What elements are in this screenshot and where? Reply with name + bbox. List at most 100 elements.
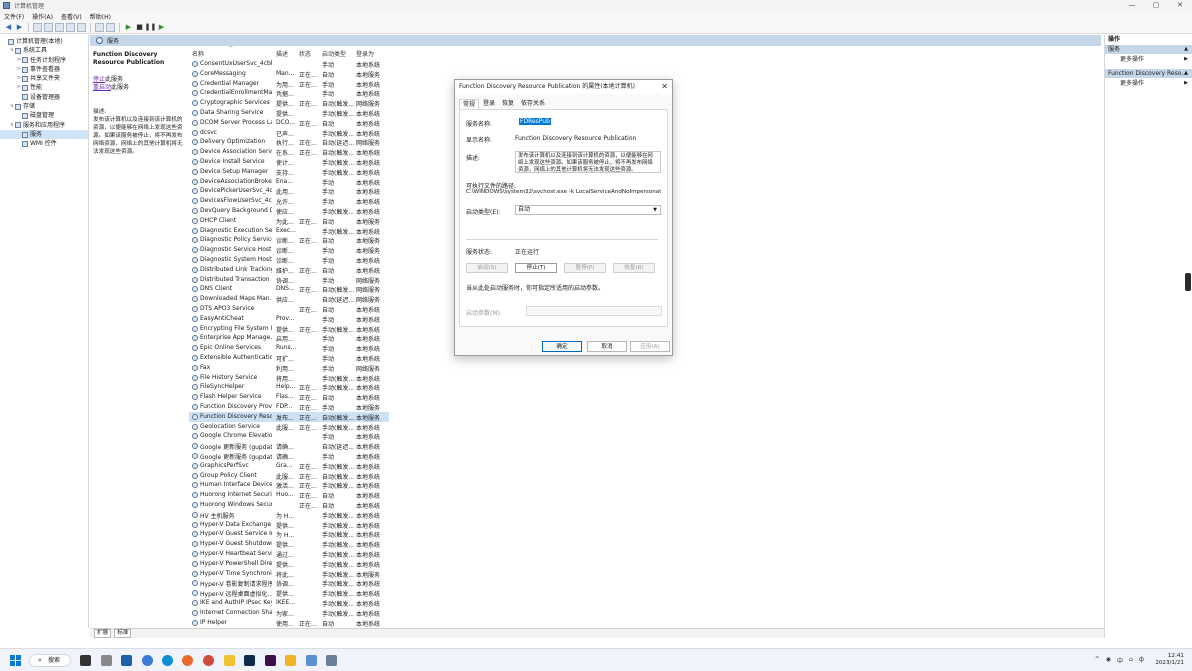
table-row[interactable]: DevQuery Background D... 使应... 手动(触发...本地系… [189, 206, 389, 216]
input-method-icon[interactable]: 中 [1117, 656, 1123, 665]
menu-view[interactable]: 查看(V) [61, 12, 82, 21]
table-row[interactable]: Huorong Internet Securit... Huo... 正在... 自动… [189, 490, 389, 500]
more-actions-item[interactable]: 更多操作 ▶ [1105, 54, 1192, 65]
tab-dependencies[interactable]: 依存关系 [518, 99, 548, 109]
table-row[interactable]: Distributed Link Tracking... 维护... 正在... 自动… [189, 265, 389, 275]
network-icon[interactable]: ⌂ [1129, 656, 1133, 665]
cancel-button[interactable]: 取消 [587, 341, 627, 352]
table-row[interactable]: Fax 利用... 手动 网络服务 [189, 363, 389, 373]
tree-item[interactable]: v 系统工具 [0, 46, 88, 55]
tray-app-icon[interactable]: ◉ [1106, 656, 1111, 665]
table-row[interactable]: Huorong Windows Secur... 正在... 自动 本地系统 [189, 500, 389, 510]
table-row[interactable]: Function Discovery Provi... FDP... 正在... 手动… [189, 402, 389, 412]
table-row[interactable]: HV 主机服务 为 H... 手动(触发... 本地系统 [189, 510, 389, 520]
taskbar-search[interactable]: ⌕ 搜索 [29, 654, 71, 667]
table-row[interactable]: Hyper-V 卷影复制请求程序 协调... 手动(触发... 本地系统 [189, 578, 389, 588]
tab-recovery[interactable]: 恢复 [499, 99, 517, 109]
table-row[interactable]: EasyAntiCheat Prov... 手动 本地系统 [189, 314, 389, 324]
table-row[interactable]: Cryptographic Services 提供... 正在... 自动(触发...… [189, 98, 389, 108]
actions-section-selected-service[interactable]: Function Discovery Reso... ▲ [1105, 69, 1192, 78]
stop-button[interactable]: 停止(T) [515, 263, 557, 273]
start-windows-icon[interactable] [10, 655, 21, 666]
computer-management-taskbar-icon[interactable] [326, 655, 337, 666]
edge-icon[interactable] [162, 655, 173, 666]
stop-service-icon[interactable]: ■ [135, 23, 144, 32]
apply-button[interactable]: 应用(A) [630, 341, 670, 352]
tab-standard[interactable]: 标准 [114, 629, 132, 638]
description-field[interactable]: 发布该计算机以及连接到该计算机的资源，以便能够在网络上发现这些资源。如果该服务被… [515, 151, 661, 173]
table-row[interactable]: GraphicsPerfSvc Gra... 正在... 手动(触发... 本地系统 [189, 461, 389, 471]
service-name-value[interactable]: FDResPub [519, 118, 551, 125]
tree-item[interactable]: > 事件查看器 [0, 65, 88, 74]
widgets-icon[interactable] [101, 655, 112, 666]
table-row[interactable]: DNS Client DNS... 正在... 自动(触发... 网络服务 [189, 284, 389, 294]
tree-item[interactable]: v 服务和应用程序 [0, 121, 88, 130]
table-row[interactable]: Google 更新服务 (gupdate) 请确... 自动(延迟... 本地系统 [189, 441, 389, 451]
tree-item[interactable]: 计算机管理(本地) [0, 37, 88, 46]
table-row[interactable]: Diagnostic System Host 诊断... 手动 本地系统 [189, 255, 389, 265]
pause-button[interactable]: 暂停(P) [564, 263, 606, 273]
table-row[interactable]: IP Helper 使用... 正在... 自动 本地系统 [189, 618, 389, 628]
table-row[interactable]: Internet Connection Shari... 为家... 手动(触发..… [189, 608, 389, 618]
start-params-input[interactable] [526, 306, 662, 316]
minimize-button[interactable]: — [1120, 0, 1144, 11]
stop-service-link[interactable]: 停止 [93, 76, 105, 83]
table-row[interactable]: Hyper-V Guest Shutdown... 提供... 手动(触发...本地… [189, 539, 389, 549]
table-row[interactable]: Epic Online Services Runs... 手动 本地系统 [189, 343, 389, 353]
table-row[interactable]: DevicesFlowUserSvc_4cb... 允许... 手动 本地系统 [189, 196, 389, 206]
table-row[interactable]: ConsentUxUserSvc_4cbb1 手动 本地系统 [189, 59, 389, 69]
table-row[interactable]: Hyper-V Time Synchroniz... 将此... 手动(触发...本… [189, 569, 389, 579]
premiere-icon[interactable] [265, 655, 276, 666]
restart-service-icon[interactable]: ▶ [157, 23, 166, 32]
tray-overflow-chevron-icon[interactable]: ^ [1095, 656, 1100, 665]
column-header-description[interactable]: 描述 [276, 49, 288, 58]
volume-icon[interactable]: ф [1139, 656, 1144, 665]
tree-item[interactable]: WMI 控件 [0, 139, 88, 148]
table-row[interactable]: Hyper-V PowerShell Dire... 提供... 手动(触发... 本… [189, 559, 389, 569]
store-icon[interactable] [121, 655, 132, 666]
tab-general[interactable]: 常规 [459, 99, 480, 109]
tree-item[interactable]: 磁盘管理 [0, 111, 88, 120]
resume-button[interactable]: 恢复(R) [613, 263, 655, 273]
table-row[interactable]: DeviceAssociationBroker... Ena... 手动 本地系统 [189, 177, 389, 187]
tree-item[interactable]: > 性能 [0, 83, 88, 92]
column-header-name[interactable]: 名称 [192, 49, 204, 58]
app-icon[interactable] [306, 655, 317, 666]
chrome-icon[interactable] [203, 655, 214, 666]
maximize-button[interactable]: ▢ [1144, 0, 1168, 11]
table-row[interactable]: File History Service 将用... 手动(触发... 本地系统 [189, 373, 389, 383]
help-icon[interactable] [95, 22, 104, 32]
table-row[interactable]: Distributed Transaction C... 协调... 手动 网络服务 [189, 275, 389, 285]
photoshop-icon[interactable] [244, 655, 255, 666]
column-header-status[interactable]: 状态 [299, 49, 311, 58]
start-button[interactable]: 启动(S) [466, 263, 508, 273]
table-row[interactable]: DCOM Server Process La... DCO... 正在... 自动 本地… [189, 118, 389, 128]
actions-section-services[interactable]: 服务 ▲ [1105, 45, 1192, 54]
table-row[interactable]: Diagnostic Execution Ser... Exec... 手动(触发.… [189, 226, 389, 236]
firefox-icon[interactable] [182, 655, 193, 666]
show-hide-tree-icon[interactable] [44, 22, 53, 32]
more-actions-item[interactable]: 更多操作 ▶ [1105, 78, 1192, 89]
table-row[interactable]: Hyper-V Heartbeat Service 通过... 手动(触发... 本地… [189, 549, 389, 559]
table-row[interactable]: IKE and AuthIP IPsec Key... IKEE... 手动(触发.… [189, 598, 389, 608]
table-row[interactable]: Diagnostic Service Host 诊断... 手动 本地服务 [189, 245, 389, 255]
tree-item[interactable]: 设备管理器 [0, 93, 88, 102]
table-row[interactable]: dcsvc 已声... 手动(触发... 本地系统 [189, 128, 389, 138]
tree-item[interactable]: v 存储 [0, 102, 88, 111]
column-header-startup-type[interactable]: 启动类型 [322, 49, 346, 58]
table-row[interactable]: Hyper-V Guest Service In... 为 H... 手动(触发..… [189, 529, 389, 539]
collapse-caret-icon[interactable]: ▲ [1184, 69, 1188, 78]
table-row[interactable]: FileSyncHelper Help... 正在... 手动(触发... 本地系统 [189, 382, 389, 392]
table-row[interactable]: Extensible Authentication... 可扩... 手动 本地系统 [189, 353, 389, 363]
tree-item[interactable]: > 共享文件夹 [0, 74, 88, 83]
column-header-log-on-as[interactable]: 登录为 [356, 49, 374, 58]
table-row[interactable]: Encrypting File System (E... 提供... 正在... 手动… [189, 324, 389, 334]
back-arrow-icon[interactable]: ◀ [4, 23, 13, 32]
ok-button[interactable]: 确定 [542, 341, 582, 352]
app-icon[interactable] [224, 655, 235, 666]
table-row[interactable]: CoreMessaging Man... 正在... 自动 本地服务 [189, 69, 389, 79]
table-row[interactable]: Group Policy Client 此服... 正在... 自动(触发... 本地系… [189, 471, 389, 481]
table-row[interactable]: Flash Helper Service Flas... 正在... 自动 本地系统 [189, 392, 389, 402]
tree-item[interactable]: > 任务计划程序 [0, 56, 88, 65]
table-row[interactable]: CredentialEnrollmentMan... 凭据... 手动 本地系统 [189, 88, 389, 98]
